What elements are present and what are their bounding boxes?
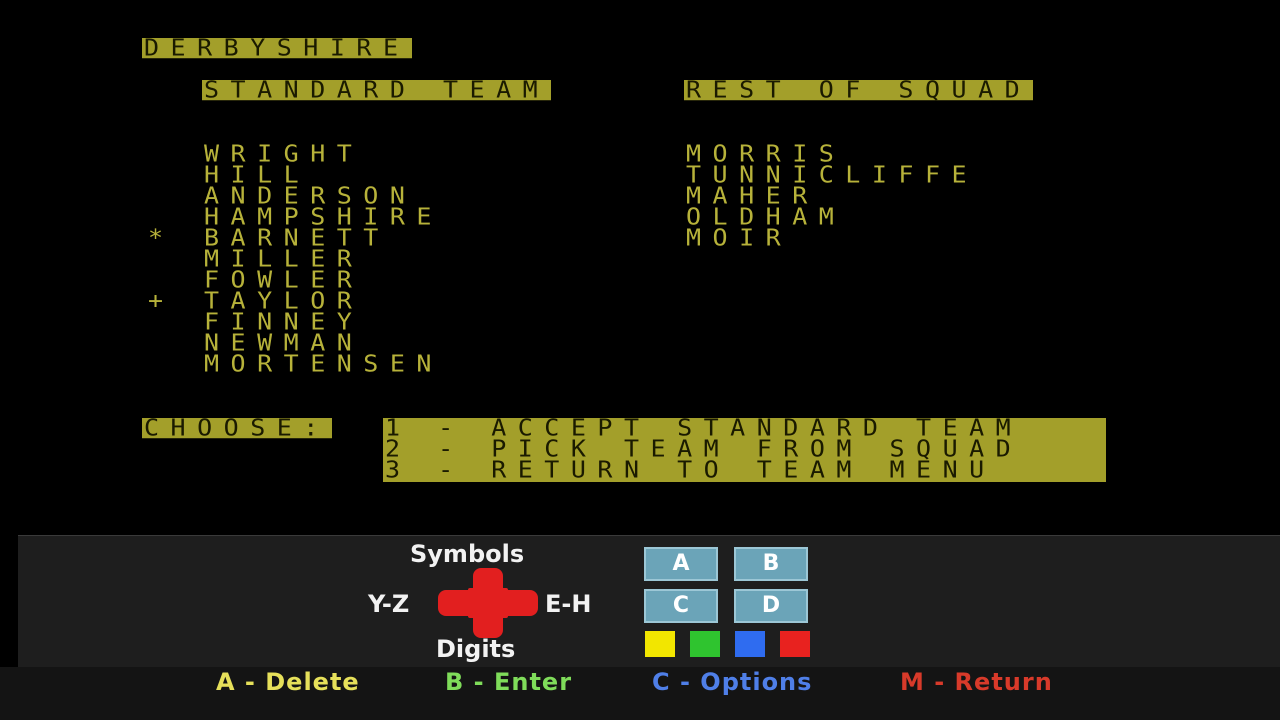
red-button[interactable]	[780, 631, 810, 657]
rest-of-squad-header: REST OF SQUAD	[684, 76, 1034, 103]
legend-bar	[0, 667, 1280, 720]
blue-button[interactable]	[735, 631, 765, 657]
key-c-button[interactable]: C	[644, 589, 718, 623]
team-name: DERBYSHIRE	[142, 34, 412, 61]
option-return-menu[interactable]: 3 - RETURN TO TEAM MENU	[385, 458, 996, 481]
key-b-button[interactable]: B	[734, 547, 808, 581]
green-button[interactable]	[690, 631, 720, 657]
legend-delete: A - Delete	[216, 668, 360, 696]
player-row: MORTENSEN	[204, 350, 443, 377]
dpad-left-label: Y-Z	[368, 590, 410, 618]
game-screen: DERBYSHIRE STANDARD TEAM REST OF SQUAD W…	[0, 0, 1280, 535]
dpad-right-label: E-H	[545, 590, 592, 618]
dpad-down-label: Digits	[436, 635, 516, 663]
yellow-button[interactable]	[645, 631, 675, 657]
options-menu: 1 - ACCEPT STANDARD TEAM 2 - PICK TEAM F…	[383, 416, 1106, 482]
key-a-button[interactable]: A	[644, 547, 718, 581]
captain-marker: *	[148, 224, 175, 251]
squad-row: MOIR	[686, 224, 793, 251]
dpad-icon[interactable]	[438, 568, 538, 638]
legend-return: M - Return	[900, 668, 1053, 696]
legend-enter: B - Enter	[445, 668, 573, 696]
legend-options: C - Options	[652, 668, 813, 696]
key-d-button[interactable]: D	[734, 589, 808, 623]
standard-team-header: STANDARD TEAM	[202, 76, 552, 103]
choose-label: CHOOSE:	[142, 414, 332, 441]
dpad-up-label: Symbols	[410, 540, 525, 568]
keeper-marker: +	[148, 287, 175, 314]
